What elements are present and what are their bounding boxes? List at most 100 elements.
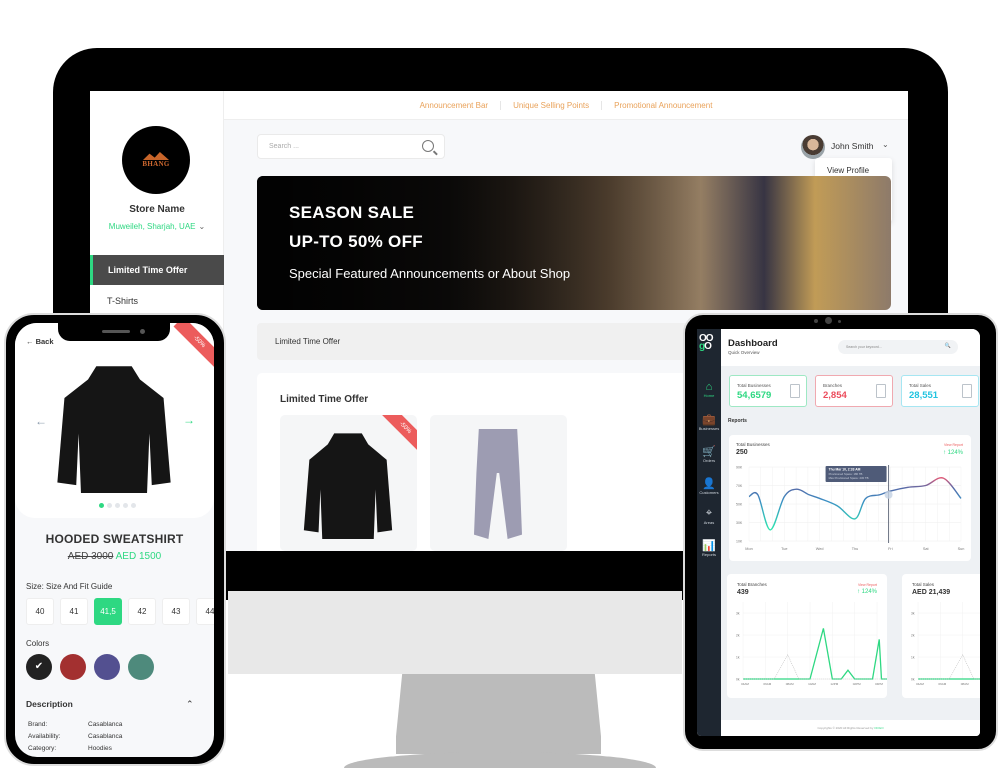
spec-value: Hoodies [88, 745, 112, 752]
color-options: ✔ [26, 654, 154, 680]
carousel-dot[interactable] [115, 503, 120, 508]
stat-label: Total Businesses [737, 383, 771, 388]
y-tick-label: 3k [911, 612, 915, 616]
size-option[interactable]: 43 [162, 598, 190, 625]
announcement-link[interactable]: Announcement Bar [408, 100, 502, 110]
nav-businesses[interactable]: 💼 Businesses [697, 413, 721, 431]
y-tick-label: 2k [736, 634, 740, 638]
chevron-down-icon[interactable]: ⌄ [882, 140, 889, 149]
spec-value: Casablanca [88, 733, 123, 740]
promo-link[interactable]: Promotional Announcement [602, 101, 724, 110]
invoice-icon [962, 384, 972, 398]
line-chart-total-branches[interactable]: 0k 1k 2k 3k 04AM 06AM 08AM 10AM 12PM 02PM 04PM [727, 574, 887, 698]
carousel-dot[interactable] [107, 503, 112, 508]
reports-heading: Reports [728, 418, 747, 424]
size-option[interactable]: 42 [128, 598, 156, 625]
x-tick-label: Sat [923, 547, 930, 551]
chart-card-total-sales: Total Sales AED 21,439 0k 1k 2k 3k 04AM 06AM 0… [902, 574, 980, 698]
tablet-sensor [814, 319, 818, 323]
nav-home[interactable]: ⌂ Home [697, 381, 721, 398]
description-heading[interactable]: Description [26, 699, 73, 709]
line-chart-total-businesses[interactable]: 10K 30K 50K 70K 90K Mon Tue Wed Thu Fri Sat Sun Thu … [729, 435, 971, 561]
hover-point [884, 490, 893, 499]
y-tick-label: 1k [911, 656, 915, 660]
nav-areas[interactable]: ⌖ Areas [697, 507, 721, 525]
product-gallery: ← Back -50% ← → [15, 323, 214, 518]
bar-chart-icon: 📊 [702, 540, 716, 552]
spec-row: Availability: Casablanca [28, 733, 122, 740]
stat-value: 54,6579 [737, 390, 772, 401]
hero-banner[interactable]: SEASON SALE UP-TO 50% OFF Special Featur… [257, 176, 891, 310]
hero-description: Special Featured Announcements or About … [289, 266, 571, 281]
store-name: Store Name [129, 204, 185, 215]
arrow-left-icon[interactable]: ← [35, 414, 47, 428]
discount-badge: -50% [378, 415, 417, 455]
nav-reports[interactable]: 📊 Reports [697, 539, 721, 557]
store-logo[interactable]: BHANG [122, 126, 190, 194]
stat-card-branches[interactable]: Branches 2,854 [815, 375, 893, 407]
x-tick-label: 10AM [808, 682, 816, 686]
size-option[interactable]: 40 [26, 598, 54, 625]
user-name[interactable]: John Smith [831, 141, 874, 151]
sidebar-item-t-shirts[interactable]: T-Shirts [90, 291, 224, 313]
sweatpants-image [474, 429, 522, 539]
carousel-dots[interactable] [99, 503, 136, 508]
carousel-dot[interactable] [99, 503, 104, 508]
x-tick-label: Thu [852, 547, 859, 551]
product-card-hoodie[interactable]: -50% [280, 415, 417, 551]
search-icon[interactable]: 🔍 [945, 343, 951, 349]
location-label: Muweileh, Sharjah, UAE [108, 222, 196, 231]
nav-customers[interactable]: 👤 Customers [697, 477, 721, 495]
stat-card-total-sales[interactable]: Total Sales 28,551 [901, 375, 979, 407]
line-chart-total-sales[interactable]: 0k1k2k3k04AM06AM08AM10AM [902, 574, 980, 698]
cart-icon [790, 384, 800, 398]
chevron-up-icon[interactable]: ⌃ [186, 699, 194, 710]
x-tick-label: Mon [745, 547, 752, 551]
search-placeholder: Search your keyword... [846, 345, 882, 349]
section-title: Limited Time Offer [280, 394, 369, 405]
nav-orders[interactable]: 🛒 Orders [697, 445, 721, 463]
color-swatch[interactable]: ✔ [26, 654, 52, 680]
y-tick-label: 90K [736, 466, 743, 470]
tablet-camera [825, 317, 832, 324]
back-button[interactable]: ← Back [26, 337, 54, 346]
avatar[interactable] [801, 135, 825, 159]
x-tick-label: Wed [816, 547, 824, 551]
colors-label: Colors [26, 639, 50, 648]
nav-label: Orders [702, 458, 716, 463]
carousel-dot[interactable] [131, 503, 136, 508]
announcement-bar: Announcement Bar Unique Selling Points P… [224, 91, 908, 120]
size-option[interactable]: 41,5 [94, 598, 122, 625]
size-option[interactable]: 41 [60, 598, 88, 625]
tooltip-title: Thu Mar 10, 2:33 AM [829, 468, 861, 472]
x-tick-label: 12PM [830, 682, 838, 686]
y-tick-label: 3k [736, 612, 740, 616]
color-swatch[interactable] [60, 654, 86, 680]
y-tick-label: 2k [911, 634, 915, 638]
color-swatch[interactable] [128, 654, 154, 680]
stat-card-total-businesses[interactable]: Total Businesses 54,6579 [729, 375, 807, 407]
user-icon: 👤 [702, 478, 716, 490]
x-tick-label: 06AM [938, 682, 946, 686]
monitor-stand-base [344, 752, 656, 768]
spec-value: Casablanca [88, 721, 123, 728]
nav-label: Home [703, 393, 715, 398]
usp-link[interactable]: Unique Selling Points [501, 100, 603, 110]
discount-badge: -50% [173, 323, 214, 368]
sale-price: AED 1500 [115, 551, 162, 562]
spec-key: Availability: [28, 733, 61, 740]
size-option[interactable]: 44 [196, 598, 214, 625]
search-icon[interactable] [422, 140, 434, 152]
store-location-selector[interactable]: Muweileh, Sharjah, UAE ⌄ [90, 222, 224, 231]
search-input[interactable]: Search your keyword... 🔍 [838, 340, 958, 354]
footer-brand-link[interactable]: OOGO [874, 726, 883, 730]
size-label[interactable]: Size: Size And Fit Guide [26, 582, 112, 591]
sidebar-item-limited-time-offer[interactable]: Limited Time Offer [90, 255, 224, 285]
carousel-dot[interactable] [123, 503, 128, 508]
product-card-sweatpants[interactable] [430, 415, 567, 551]
arrow-right-icon[interactable]: → [183, 413, 195, 427]
search-input[interactable]: Search ... [257, 134, 445, 159]
current-series-line [918, 678, 980, 680]
app-logo[interactable]: OO gO [699, 334, 714, 352]
color-swatch[interactable] [94, 654, 120, 680]
